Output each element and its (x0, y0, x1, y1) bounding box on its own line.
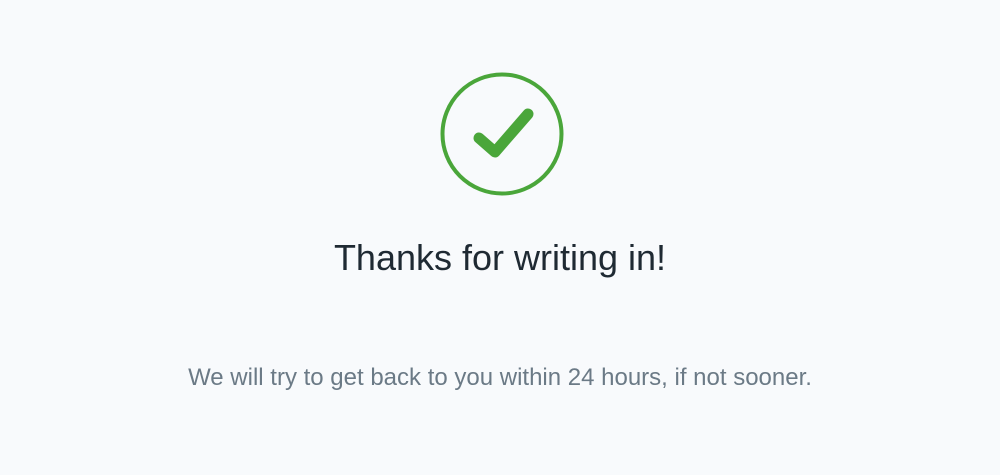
confirmation-page: Thanks for writing in! We will try to ge… (0, 0, 1000, 475)
confirmation-title: Thanks for writing in! (333, 237, 667, 278)
confirmation-message: We will try to get back to you within 24… (188, 364, 812, 391)
check-circle-icon (440, 72, 564, 196)
